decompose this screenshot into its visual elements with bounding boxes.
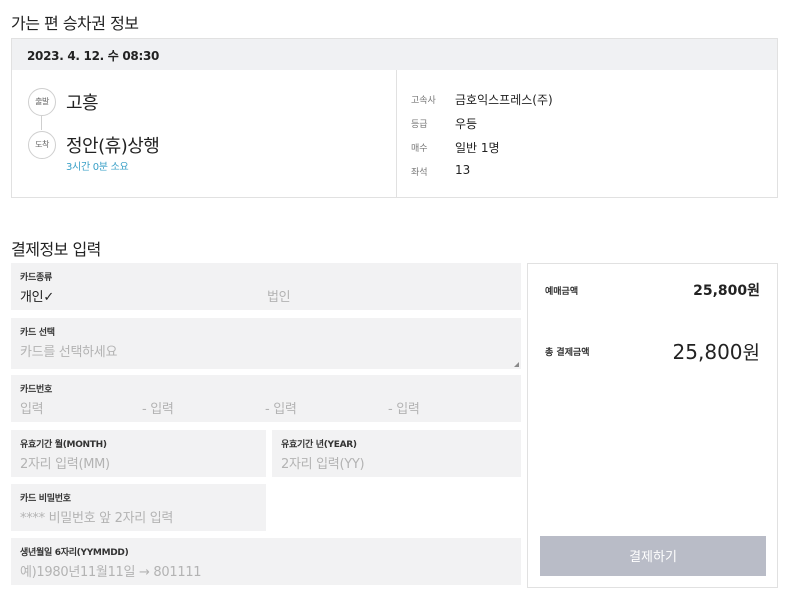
detail-value: 일반 1명 (455, 141, 500, 155)
detail-label: 좌석 (411, 168, 428, 178)
payment-section-title: 결제정보 입력 (11, 240, 101, 259)
card-number-input-3[interactable]: - 입력 (265, 398, 297, 417)
arrive-badge: 도착 (28, 131, 56, 159)
card-select-input[interactable]: 카드를 선택하세요 (20, 341, 117, 360)
card-number-input-1[interactable]: 입력 (20, 398, 44, 417)
detail-value: 13 (455, 163, 471, 177)
payment-summary-panel: 예매금액 25,800원 총 결제금액 25,800원 결제하기 (527, 263, 778, 588)
card-type-label: 카드종류 (20, 273, 52, 283)
total-amount-unit: 원 (742, 342, 760, 364)
route-connector (41, 116, 42, 130)
birth-label: 생년월일 6자리(YYMMDD) (20, 548, 129, 558)
detail-value: 금호익스프레스(주) (455, 93, 553, 107)
card-type-corporate-option[interactable]: 법인 (267, 286, 291, 305)
total-amount-label: 총 결제금액 (545, 348, 590, 358)
card-password-field[interactable]: 카드 비밀번호 **** 비밀번호 앞 2자리 입력 (11, 484, 266, 531)
exp-month-field[interactable]: 유효기간 월(MONTH) 2자리 입력(MM) (11, 430, 266, 477)
detail-value: 우등 (455, 117, 478, 131)
card-type-field: 카드종류 개인✓ 법인 (11, 263, 521, 310)
exp-year-label: 유효기간 년(YEAR) (281, 440, 357, 450)
birth-input[interactable]: 예)1980년11월11일 → 801111 (20, 561, 202, 580)
total-amount-value: 25,800 (672, 340, 743, 364)
departure-datetime: 2023. 4. 12. 수 08:30 (27, 49, 160, 63)
depart-badge: 출발 (28, 88, 56, 116)
exp-year-input[interactable]: 2자리 입력(YY) (281, 453, 365, 472)
exp-year-field[interactable]: 유효기간 년(YEAR) 2자리 입력(YY) (272, 430, 521, 477)
card-select-label: 카드 선택 (20, 328, 55, 338)
pay-button[interactable]: 결제하기 (540, 536, 766, 576)
card-number-field: 카드번호 입력 - 입력 - 입력 - 입력 (11, 375, 521, 422)
trip-duration: 3시간 0분 소요 (66, 162, 129, 173)
card-type-personal-option[interactable]: 개인✓ (20, 286, 54, 305)
ticket-header: 2023. 4. 12. 수 08:30 (12, 39, 777, 70)
ticket-section-title: 가는 편 승차권 정보 (11, 14, 139, 33)
departure-terminal: 고흥 (66, 93, 99, 114)
exp-month-label: 유효기간 월(MONTH) (20, 440, 107, 450)
booking-amount-label: 예매금액 (545, 287, 579, 297)
birth-field[interactable]: 생년월일 6자리(YYMMDD) 예)1980년11월11일 → 801111 (11, 538, 521, 585)
booking-amount-value: 25,800원 (693, 283, 760, 299)
exp-month-input[interactable]: 2자리 입력(MM) (20, 453, 110, 472)
ticket-card: 2023. 4. 12. 수 08:30 출발 도착 고흥 정안(휴)상행 3시… (11, 38, 778, 198)
detail-label: 고속사 (411, 96, 436, 106)
card-number-input-2[interactable]: - 입력 (142, 398, 174, 417)
arrival-terminal: 정안(휴)상행 (66, 136, 160, 157)
route-panel: 출발 도착 고흥 정안(휴)상행 3시간 0분 소요 (12, 70, 397, 197)
card-number-input-4[interactable]: - 입력 (388, 398, 420, 417)
card-password-input[interactable]: **** 비밀번호 앞 2자리 입력 (20, 507, 173, 526)
card-number-label: 카드번호 (20, 385, 52, 395)
detail-label: 매수 (411, 144, 428, 154)
total-amount-display: 25,800원 (673, 338, 760, 365)
resize-handle-icon[interactable] (514, 362, 519, 367)
card-password-label: 카드 비밀번호 (20, 494, 71, 504)
detail-label: 등급 (411, 120, 428, 130)
card-select-field[interactable]: 카드 선택 카드를 선택하세요 (11, 318, 521, 369)
